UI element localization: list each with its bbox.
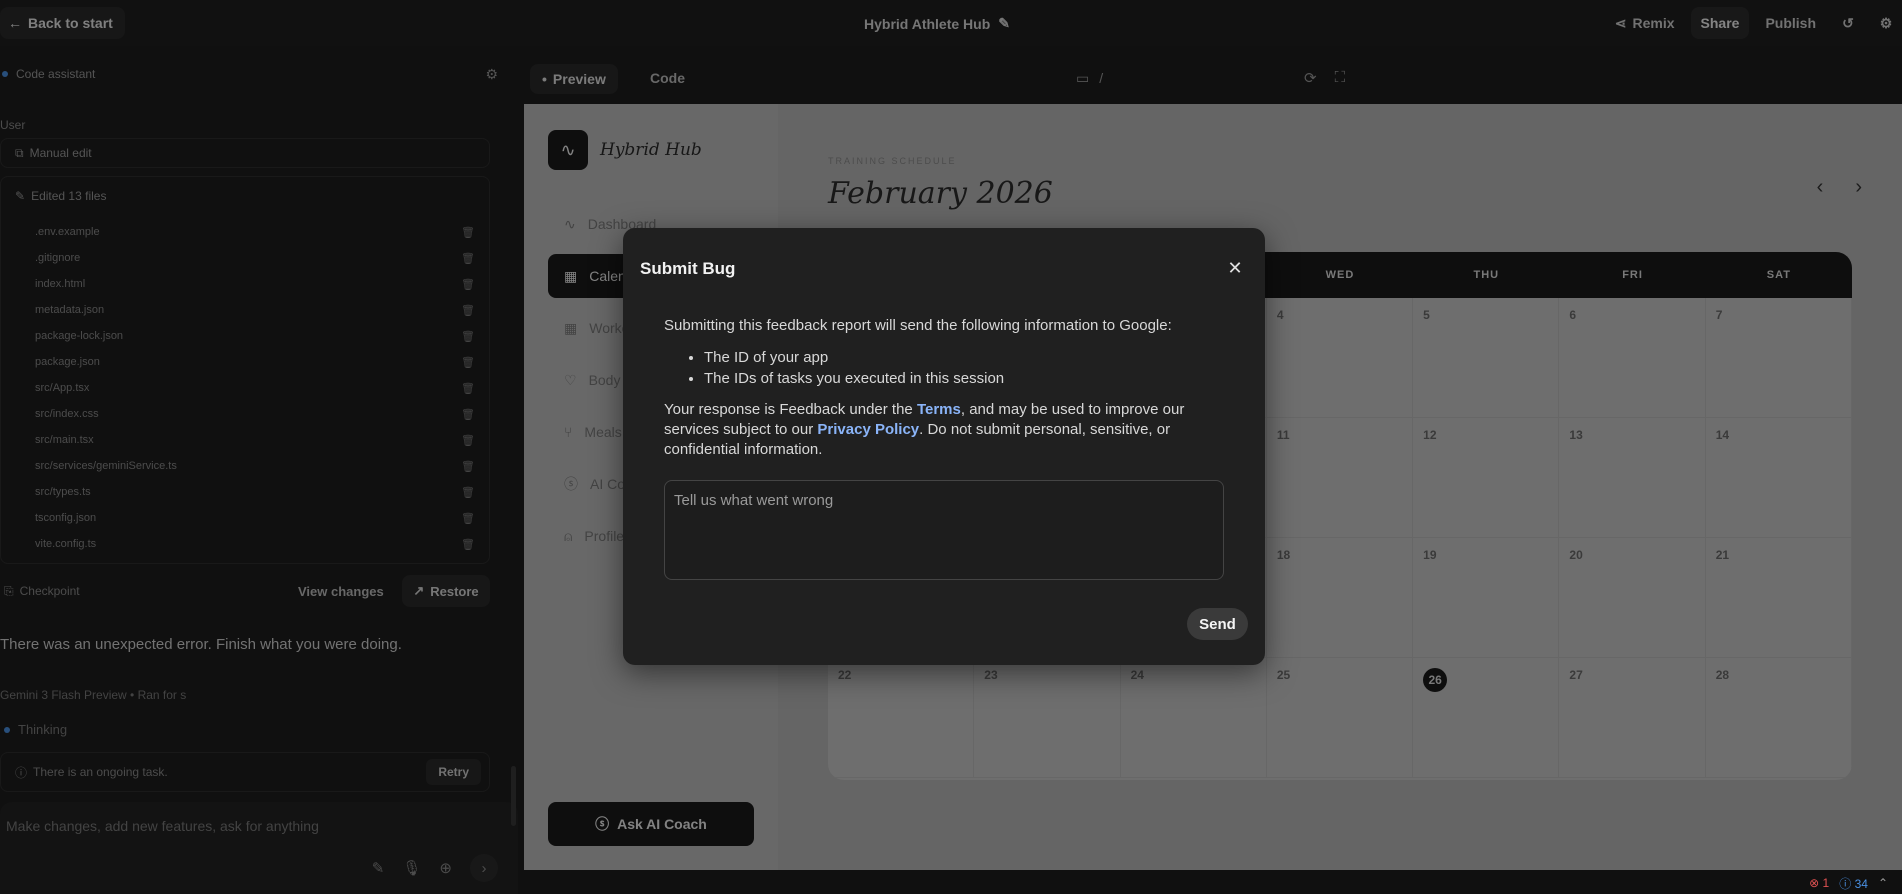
terms-prefix: Your response is Feedback under the — [664, 401, 917, 418]
status-bar: ⊗ 1 ⓘ 34 ⌃ — [1762, 872, 1902, 894]
info-list-item: The ID of your app — [704, 347, 1224, 368]
info-list-item: The IDs of tasks you executed in this se… — [704, 368, 1224, 389]
chevron-up-icon[interactable]: ⌃ — [1878, 876, 1888, 890]
error-count: 1 — [1822, 876, 1830, 890]
dialog-intro: Submitting this feedback report will sen… — [664, 317, 1172, 334]
submit-bug-dialog: Submit Bug ✕ Submitting this feedback re… — [623, 228, 1265, 665]
dialog-body: Submitting this feedback report will sen… — [664, 316, 1224, 460]
close-icon[interactable]: ✕ — [1223, 256, 1247, 280]
privacy-policy-link[interactable]: Privacy Policy — [817, 421, 919, 438]
feedback-input[interactable] — [664, 480, 1224, 580]
info-list: The ID of your appThe IDs of tasks you e… — [704, 347, 1224, 389]
error-count-icon[interactable]: ⊗ 1 — [1809, 876, 1829, 890]
dialog-title: Submit Bug — [640, 259, 736, 278]
terms-link[interactable]: Terms — [917, 401, 961, 418]
send-button[interactable]: Send — [1187, 608, 1248, 640]
info-count-icon[interactable]: ⓘ 34 — [1839, 875, 1868, 892]
info-count: 34 — [1854, 876, 1868, 891]
terms-paragraph: Your response is Feedback under the Term… — [664, 400, 1224, 460]
